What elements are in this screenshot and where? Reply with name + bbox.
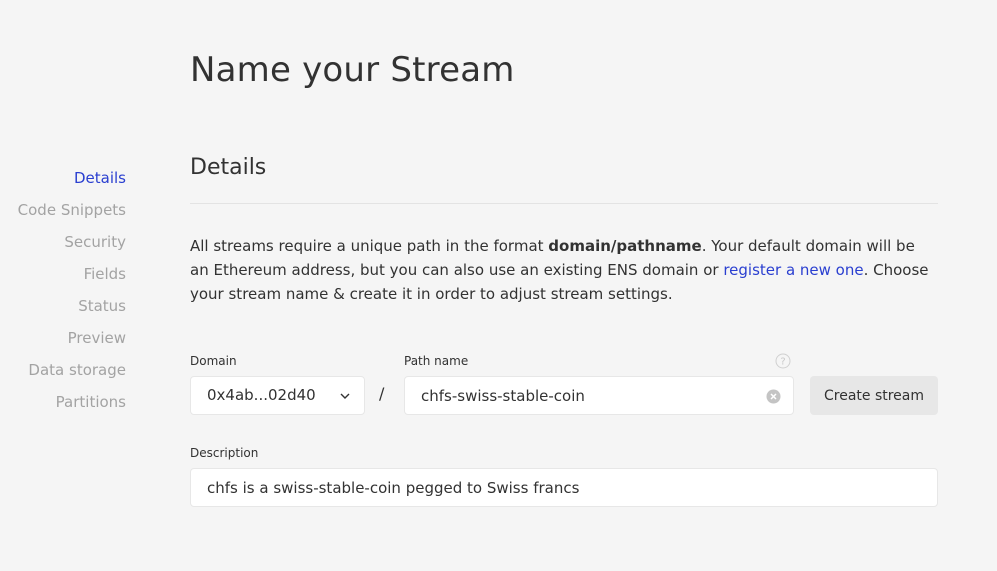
side-nav: Details Code Snippets Security Fields St… [0, 162, 126, 418]
chevron-down-icon [340, 393, 350, 399]
intro-bold-format: domain/pathname [548, 237, 702, 255]
page-title: Name your Stream [190, 50, 515, 90]
nav-item-status[interactable]: Status [0, 290, 126, 322]
help-icon[interactable]: ? [775, 353, 791, 369]
create-stream-button[interactable]: Create stream [810, 376, 938, 415]
domain-select[interactable]: 0x4ab...02d40 [190, 376, 365, 415]
nav-item-details[interactable]: Details [0, 162, 126, 194]
svg-text:?: ? [780, 357, 785, 368]
nav-item-data-storage[interactable]: Data storage [0, 354, 126, 386]
section-title-details: Details [190, 155, 267, 180]
domain-value: 0x4ab...02d40 [207, 386, 316, 404]
page: Name your Stream Details Code Snippets S… [0, 0, 997, 571]
nav-item-code-snippets[interactable]: Code Snippets [0, 194, 126, 226]
nav-item-security[interactable]: Security [0, 226, 126, 258]
domain-label: Domain [190, 354, 237, 368]
nav-item-preview[interactable]: Preview [0, 322, 126, 354]
nav-item-partitions[interactable]: Partitions [0, 386, 126, 418]
nav-item-fields[interactable]: Fields [0, 258, 126, 290]
description-input[interactable] [190, 468, 938, 507]
register-ens-link[interactable]: register a new one [723, 261, 863, 279]
clear-icon[interactable] [766, 389, 781, 404]
path-name-input[interactable] [404, 376, 794, 415]
section-divider [190, 203, 938, 204]
details-intro: All streams require a unique path in the… [190, 234, 930, 306]
description-label: Description [190, 446, 259, 460]
intro-text-1: All streams require a unique path in the… [190, 237, 549, 255]
path-separator: / [379, 384, 385, 403]
path-name-label: Path name [404, 354, 469, 368]
